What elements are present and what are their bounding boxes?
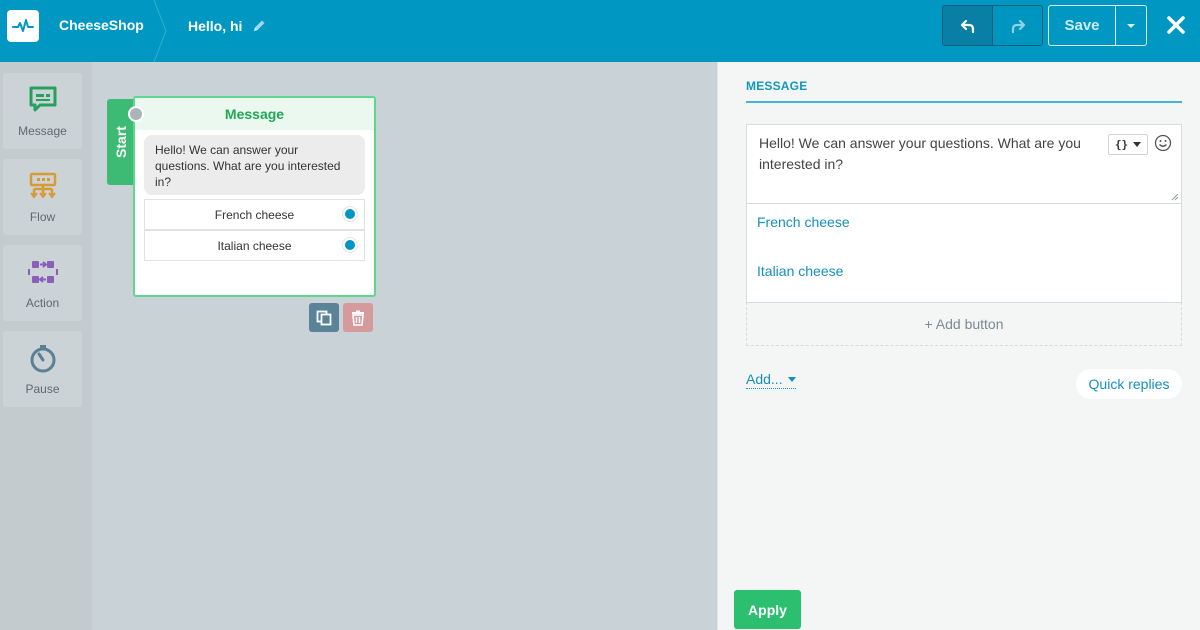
caret-down-icon: [1127, 23, 1135, 28]
delete-node-button[interactable]: [343, 303, 373, 332]
breadcrumb-separator-icon: [153, 0, 167, 62]
node-button[interactable]: Italian cheese: [144, 230, 365, 261]
app-name-link[interactable]: CheeseShop: [59, 17, 144, 33]
tool-label: Flow: [29, 210, 56, 224]
node-button-label: French cheese: [214, 207, 295, 222]
save-options-button[interactable]: [1116, 6, 1146, 45]
quick-replies-button[interactable]: Quick replies: [1076, 369, 1182, 399]
tool-label: Pause: [25, 382, 60, 396]
node-button-label: Italian cheese: [217, 238, 292, 253]
close-button[interactable]: [1163, 12, 1189, 38]
add-dropdown-label: Add...: [746, 371, 783, 387]
undo-redo-group: [942, 5, 1043, 46]
add-dropdown[interactable]: Add...: [746, 371, 796, 389]
variable-braces-icon: {}: [1114, 138, 1129, 151]
save-button[interactable]: Save: [1049, 6, 1116, 45]
resize-grip-icon[interactable]: [1171, 193, 1179, 201]
button-item-italian-cheese[interactable]: Italian cheese: [746, 253, 1182, 303]
pencil-edit-icon[interactable]: [251, 18, 267, 34]
emoji-icon[interactable]: [1154, 134, 1172, 152]
properties-panel: MESSAGE Hello! We can answer your questi…: [717, 62, 1200, 630]
close-icon: [1167, 16, 1185, 34]
trash-icon: [352, 310, 364, 326]
top-bar: CheeseShop Hello, hi Save: [0, 0, 1200, 62]
tool-label: Action: [25, 296, 60, 310]
logo-icon[interactable]: [7, 10, 39, 42]
node-input-port[interactable]: [128, 106, 144, 122]
flow-icon: [28, 171, 58, 201]
tool-action[interactable]: Action: [3, 245, 82, 321]
apply-button[interactable]: Apply: [734, 590, 801, 629]
tool-message[interactable]: Message: [3, 73, 82, 149]
tools-sidebar: Message Flow Action Pause: [0, 62, 92, 630]
message-icon: [28, 85, 58, 115]
tool-flow[interactable]: Flow: [3, 159, 82, 235]
node-button[interactable]: French cheese: [144, 199, 365, 230]
node-output-port[interactable]: [343, 207, 357, 221]
save-group: Save: [1048, 5, 1147, 46]
flow-name: Hello, hi: [188, 18, 243, 34]
undo-button[interactable]: [943, 6, 993, 45]
panel-title-underline: [746, 101, 1182, 103]
message-text: Hello! We can answer your questions. Wha…: [759, 135, 1081, 172]
message-textarea[interactable]: Hello! We can answer your questions. Wha…: [746, 124, 1182, 204]
redo-icon: [1011, 19, 1025, 33]
insert-variable-button[interactable]: {}: [1108, 134, 1148, 155]
node-title: Message: [135, 98, 374, 130]
action-icon: [27, 257, 58, 287]
caret-down-icon: [1133, 142, 1142, 147]
pause-timer-icon: [28, 343, 58, 373]
node-message-bubble: Hello! We can answer your questions. Wha…: [144, 135, 365, 195]
undo-icon: [960, 19, 974, 33]
duplicate-node-button[interactable]: [309, 303, 339, 332]
add-button[interactable]: + Add button: [746, 302, 1182, 346]
panel-title: MESSAGE: [746, 79, 808, 93]
tool-label: Message: [18, 124, 67, 138]
caret-down-icon: [787, 376, 796, 382]
redo-button[interactable]: [993, 6, 1042, 45]
node-output-port[interactable]: [343, 238, 357, 252]
copy-icon: [316, 310, 332, 325]
tool-pause[interactable]: Pause: [3, 331, 82, 407]
message-node[interactable]: Message Hello! We can answer your questi…: [128, 96, 376, 297]
button-item-french-cheese[interactable]: French cheese: [746, 204, 1182, 254]
